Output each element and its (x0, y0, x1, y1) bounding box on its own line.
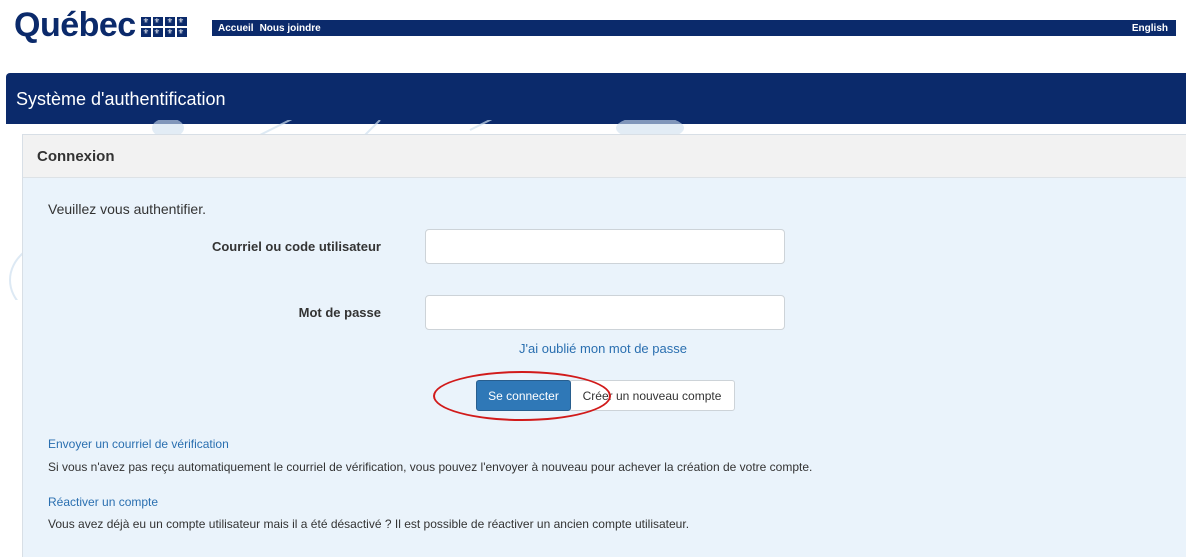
nav-nous-joindre[interactable]: Nous joindre (260, 23, 321, 34)
forgot-password-link[interactable]: J'ai oublié mon mot de passe (519, 341, 687, 356)
logo-text: Québec (14, 6, 136, 44)
verification-description: Si vous n'avez pas reçu automatiquement … (48, 460, 813, 474)
username-label: Courriel ou code utilisateur (211, 239, 381, 254)
fleur-de-lis-flag-icon: ⚜ ⚜ ⚜ ⚜ ⚜ ⚜ ⚜ ⚜ (140, 17, 189, 37)
page-banner: Système d'authentification (6, 73, 1186, 124)
send-verification-email-link[interactable]: Envoyer un courriel de vérification (48, 437, 229, 451)
password-label: Mot de passe (298, 305, 381, 320)
nav-accueil[interactable]: Accueil (218, 23, 254, 34)
panel-header: Connexion (23, 135, 1186, 178)
username-input[interactable] (425, 229, 785, 264)
language-english-link[interactable]: English (1132, 23, 1168, 34)
login-panel: Connexion Veuillez vous authentifier. Co… (22, 134, 1186, 557)
page-title: Système d'authentification (16, 89, 226, 109)
password-input[interactable] (425, 295, 785, 330)
panel-heading: Connexion (37, 147, 115, 165)
reactivate-account-link[interactable]: Réactiver un compte (48, 495, 158, 509)
red-highlight-circle (433, 371, 611, 421)
reactivate-description: Vous avez déjà eu un compte utilisateur … (48, 517, 690, 531)
quebec-logo[interactable]: Québec ⚜ ⚜ ⚜ ⚜ ⚜ ⚜ ⚜ ⚜ (14, 8, 189, 42)
intro-text: Veuillez vous authentifier. (48, 201, 206, 217)
top-navigation: Accueil Nous joindre English (212, 20, 1176, 36)
